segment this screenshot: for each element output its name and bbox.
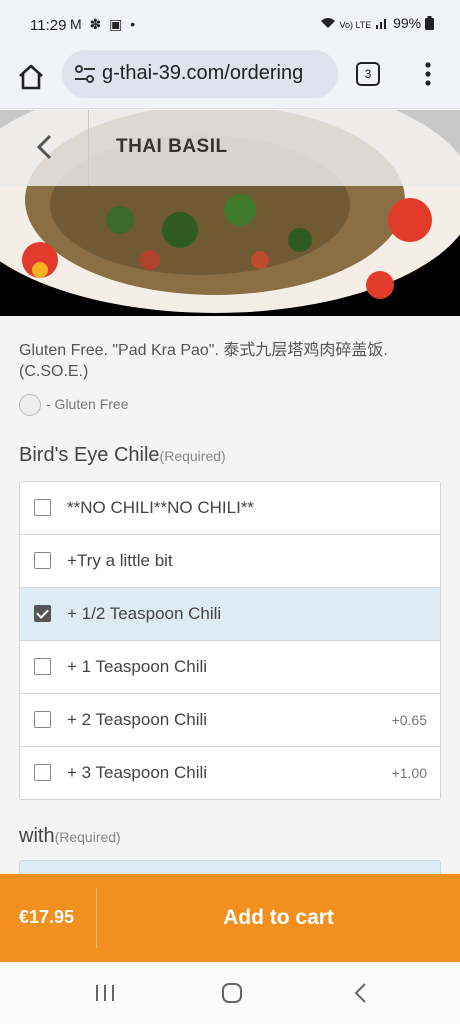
option-group-name: with bbox=[19, 825, 55, 847]
dietary-tag-label: - Gluten Free bbox=[46, 396, 129, 412]
option-label: + 1 Teaspoon Chili bbox=[67, 657, 208, 676]
battery-icon bbox=[425, 16, 434, 30]
back-icon[interactable] bbox=[30, 132, 60, 162]
home-nav-icon[interactable] bbox=[219, 982, 245, 1004]
option-checkbox[interactable] bbox=[34, 711, 51, 728]
battery-percent: 99% bbox=[393, 15, 422, 31]
page-title: THAI BASIL bbox=[116, 136, 228, 157]
option-row-selected[interactable]: + 1/2 Teaspoon Chili bbox=[20, 588, 440, 641]
gluten-free-icon bbox=[19, 394, 41, 416]
system-nav-bar bbox=[0, 962, 460, 1024]
option-row[interactable]: + 2 Teaspoon Chili +0.65 bbox=[20, 694, 440, 747]
option-row[interactable]: +Try a little bit bbox=[20, 535, 440, 588]
option-row[interactable]: + 1 Teaspoon Chili bbox=[20, 641, 440, 694]
network-label: Vo) LTE bbox=[339, 20, 372, 30]
option-group-name: Bird's Eye Chile bbox=[19, 444, 160, 466]
option-label: + 3 Teaspoon Chili bbox=[67, 763, 208, 782]
url-text: g-thai-39.com/ordering bbox=[102, 62, 304, 84]
wifi-icon bbox=[320, 18, 335, 28]
option-label: +Try a little bit bbox=[67, 551, 173, 570]
item-description: Gluten Free. "Pad Kra Pao". 泰式九层塔鸡肉碎盖饭. … bbox=[19, 342, 388, 380]
header-divider bbox=[88, 110, 89, 186]
option-label: **NO CHILI**NO CHILI** bbox=[67, 498, 255, 517]
option-group-title: Bird's Eye Chile(Required) bbox=[19, 444, 226, 467]
hero-image: THAI BASIL bbox=[0, 110, 460, 316]
required-label: (Required) bbox=[159, 448, 226, 464]
option-row[interactable]: + 3 Teaspoon Chili +1.00 bbox=[20, 747, 440, 799]
option-row[interactable]: **NO CHILI**NO CHILI** bbox=[20, 482, 440, 535]
required-label: (Required) bbox=[54, 829, 121, 845]
option-checkbox[interactable] bbox=[34, 764, 51, 781]
cart-total: €17.95 bbox=[19, 907, 75, 927]
option-label: + 1/2 Teaspoon Chili bbox=[67, 604, 222, 623]
notification-icons: M ✽ ▣ • bbox=[70, 16, 138, 32]
back-nav-icon[interactable] bbox=[348, 982, 374, 1004]
option-price: +0.65 bbox=[391, 712, 427, 728]
hero-header: THAI BASIL bbox=[0, 110, 460, 186]
option-label: + 2 Teaspoon Chili bbox=[67, 710, 208, 729]
status-time: 11:29 bbox=[30, 17, 67, 34]
option-group-title-with: with(Required) bbox=[19, 825, 121, 848]
option-checkbox[interactable] bbox=[34, 499, 51, 516]
browser-toolbar: g-thai-39.com/ordering bbox=[0, 50, 460, 109]
option-price: +1.00 bbox=[391, 765, 427, 781]
home-icon[interactable] bbox=[16, 62, 46, 92]
add-to-cart-button[interactable]: Add to cart bbox=[97, 874, 460, 962]
recent-apps-icon[interactable] bbox=[92, 982, 118, 1004]
site-settings-icon[interactable] bbox=[74, 64, 96, 84]
chile-options-list: **NO CHILI**NO CHILI** +Try a little bit… bbox=[19, 481, 441, 800]
cart-bar: €17.95 Add to cart bbox=[0, 874, 460, 962]
option-checkbox-checked[interactable] bbox=[34, 605, 51, 622]
address-bar[interactable]: g-thai-39.com/ordering bbox=[62, 50, 338, 98]
more-vert-icon[interactable] bbox=[418, 61, 438, 87]
option-checkbox[interactable] bbox=[34, 658, 51, 675]
option-checkbox[interactable] bbox=[34, 552, 51, 569]
tab-switcher-button[interactable]: 3 bbox=[356, 62, 380, 86]
status-right: Vo) LTE 99% bbox=[320, 15, 434, 31]
status-bar: 11:29 M ✽ ▣ • Vo) LTE 99% bbox=[0, 0, 460, 50]
signal-icon bbox=[376, 19, 387, 29]
